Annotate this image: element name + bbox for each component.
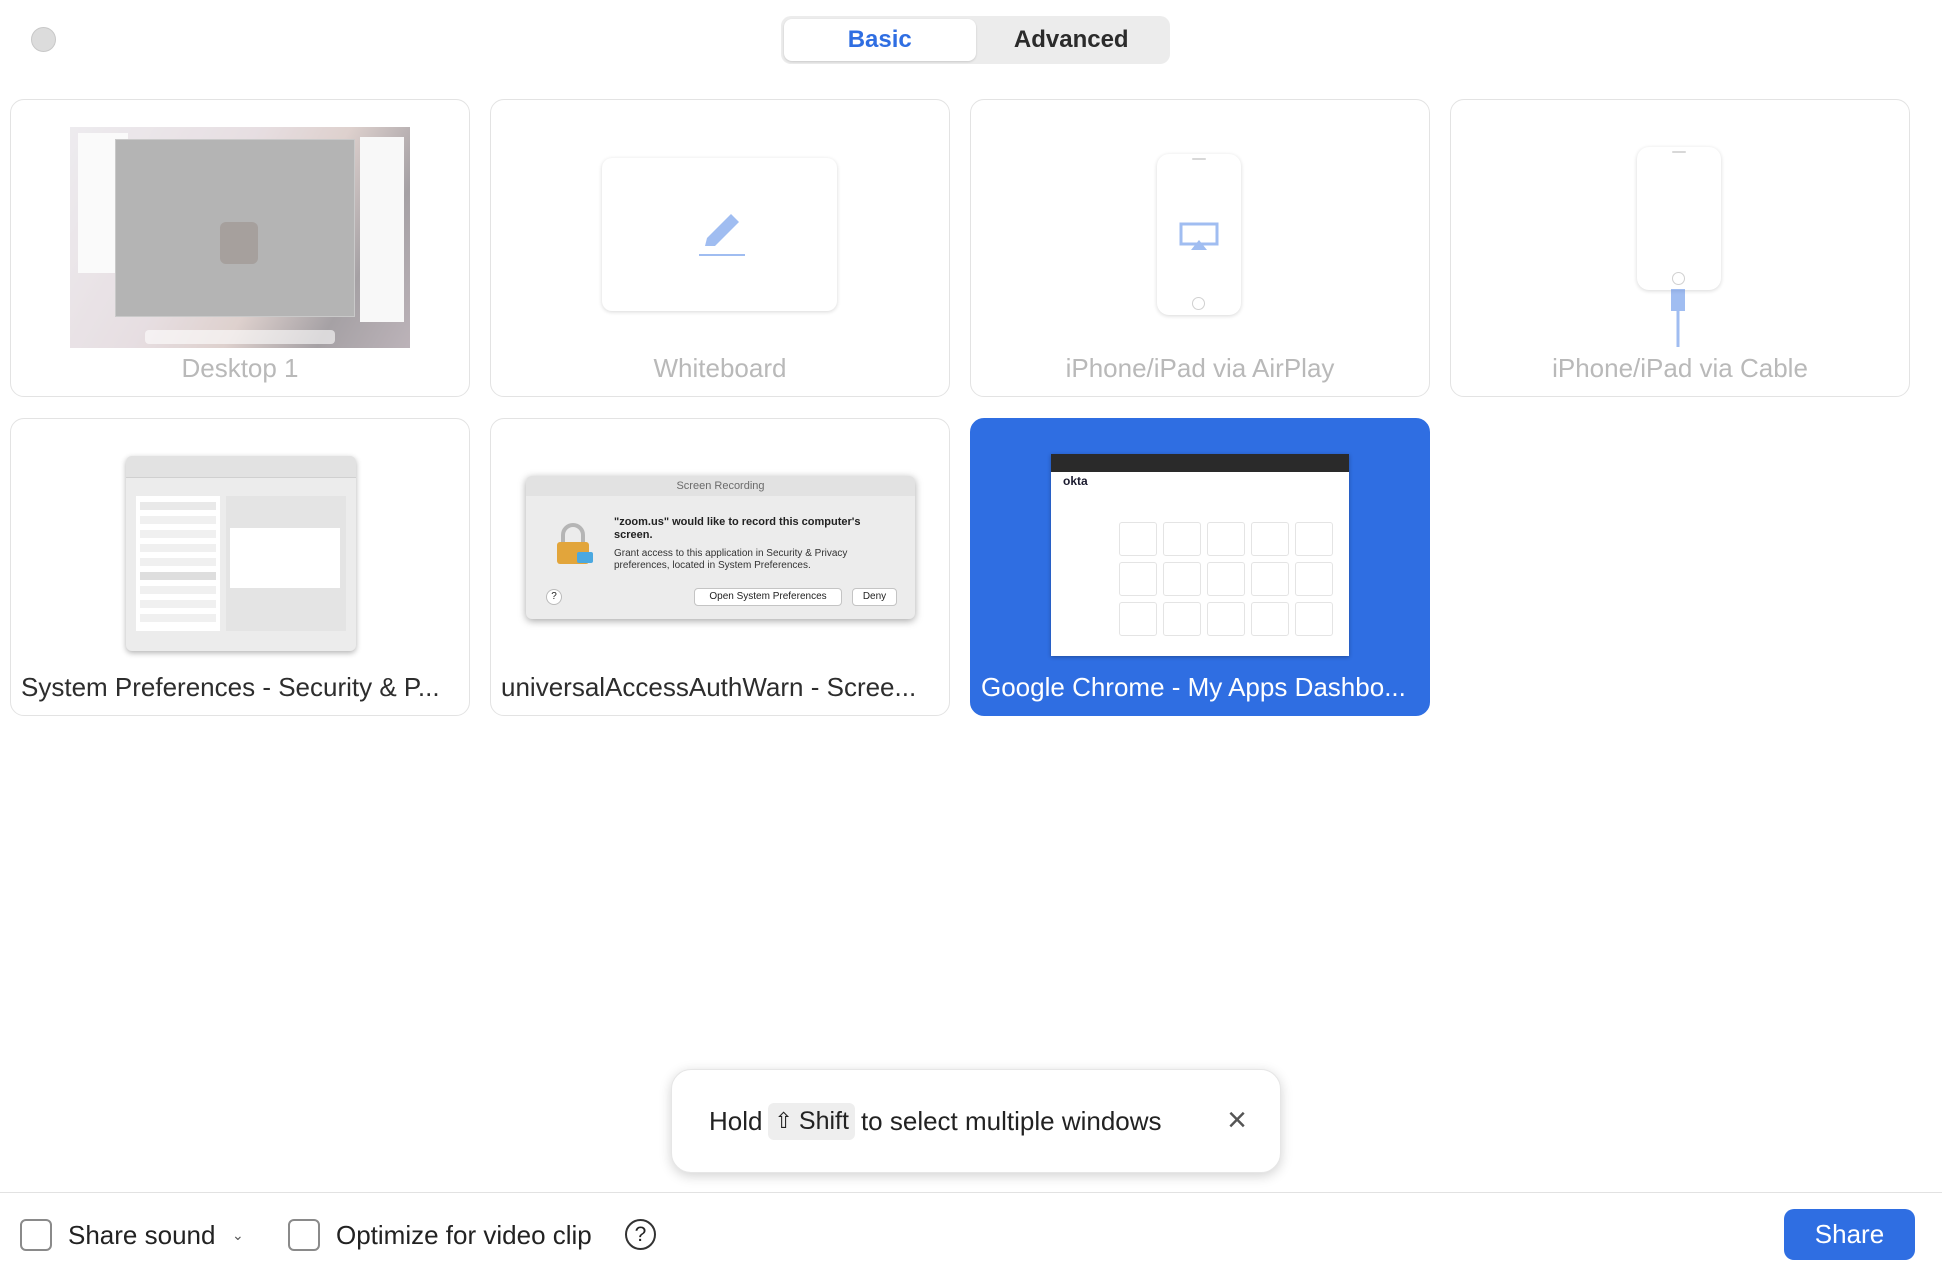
lock-icon bbox=[557, 523, 593, 564]
iphone-thumbnail bbox=[1637, 147, 1721, 290]
source-desktop-1[interactable]: Desktop 1 bbox=[10, 99, 470, 397]
iphone-thumbnail bbox=[1157, 154, 1241, 315]
share-screen-window: Basic Advanced Desktop 1 Whiteboard iPho… bbox=[0, 0, 1942, 1270]
share-sound-label: Share sound bbox=[68, 1220, 216, 1250]
window-label: universalAccessAuthWarn - Scree... bbox=[501, 672, 917, 702]
source-label: Desktop 1 bbox=[181, 353, 299, 383]
source-iphone-airplay[interactable]: iPhone/iPad via AirPlay bbox=[970, 99, 1430, 397]
dialog-help-icon: ? bbox=[546, 589, 562, 605]
source-label: iPhone/iPad via AirPlay bbox=[1065, 353, 1335, 383]
shift-key-label: Shift bbox=[798, 1106, 849, 1135]
window-thumbnail: okta bbox=[1051, 454, 1349, 656]
window-thumbnail: Screen Recording "zoom.us" would like to… bbox=[526, 476, 915, 619]
dialog-body: Grant access to this application in Secu… bbox=[614, 548, 848, 571]
optimize-video-label: Optimize for video clip bbox=[336, 1220, 592, 1250]
source-whiteboard[interactable]: Whiteboard bbox=[490, 99, 950, 397]
window-system-preferences[interactable]: System Preferences - Security & P... bbox=[10, 418, 470, 716]
optimize-video-checkbox[interactable] bbox=[288, 1219, 320, 1251]
footer-bar: Share sound ⌄ Optimize for video clip ? … bbox=[0, 1192, 1942, 1270]
airplay-icon bbox=[1179, 222, 1219, 250]
dialog-deny-button: Deny bbox=[852, 588, 897, 606]
dialog-title: Screen Recording bbox=[526, 476, 915, 496]
shift-icon: ⇧ bbox=[774, 1108, 793, 1133]
window-thumbnail bbox=[126, 456, 356, 651]
shift-key-badge: ⇧ Shift bbox=[768, 1102, 855, 1140]
dialog-heading: "zoom.us" would like to record this comp… bbox=[614, 516, 861, 541]
mode-segmented-control: Basic Advanced bbox=[781, 16, 1170, 64]
multi-select-hint: Hold ⇧ Shift to select multiple windows … bbox=[671, 1069, 1281, 1173]
window-label: Google Chrome - My Apps Dashbo... bbox=[981, 672, 1406, 702]
tab-basic[interactable]: Basic bbox=[784, 19, 976, 61]
source-iphone-cable[interactable]: iPhone/iPad via Cable bbox=[1450, 99, 1910, 397]
chevron-down-icon[interactable]: ⌄ bbox=[232, 1221, 244, 1249]
help-icon[interactable]: ? bbox=[625, 1219, 656, 1250]
close-icon[interactable]: × bbox=[1220, 1103, 1254, 1137]
window-universal-access[interactable]: Screen Recording "zoom.us" would like to… bbox=[490, 418, 950, 716]
whiteboard-thumbnail bbox=[602, 158, 837, 311]
window-label: System Preferences - Security & P... bbox=[21, 672, 440, 702]
tab-advanced[interactable]: Advanced bbox=[976, 19, 1168, 61]
window-close-button[interactable] bbox=[31, 27, 56, 52]
dialog-open-prefs-button: Open System Preferences bbox=[694, 588, 842, 606]
share-sound-checkbox[interactable] bbox=[20, 1219, 52, 1251]
desktop-thumbnail bbox=[70, 127, 410, 348]
pencil-icon bbox=[699, 214, 745, 256]
hint-prefix: Hold bbox=[709, 1105, 763, 1136]
share-button[interactable]: Share bbox=[1784, 1209, 1915, 1260]
source-label: iPhone/iPad via Cable bbox=[1552, 353, 1808, 383]
window-google-chrome[interactable]: okta Google Chrome - My Apps Dashbo... bbox=[970, 418, 1430, 716]
okta-logo: okta bbox=[1063, 474, 1088, 488]
hint-suffix: to select multiple windows bbox=[860, 1105, 1162, 1136]
source-label: Whiteboard bbox=[653, 353, 787, 383]
cable-icon bbox=[1671, 289, 1685, 347]
